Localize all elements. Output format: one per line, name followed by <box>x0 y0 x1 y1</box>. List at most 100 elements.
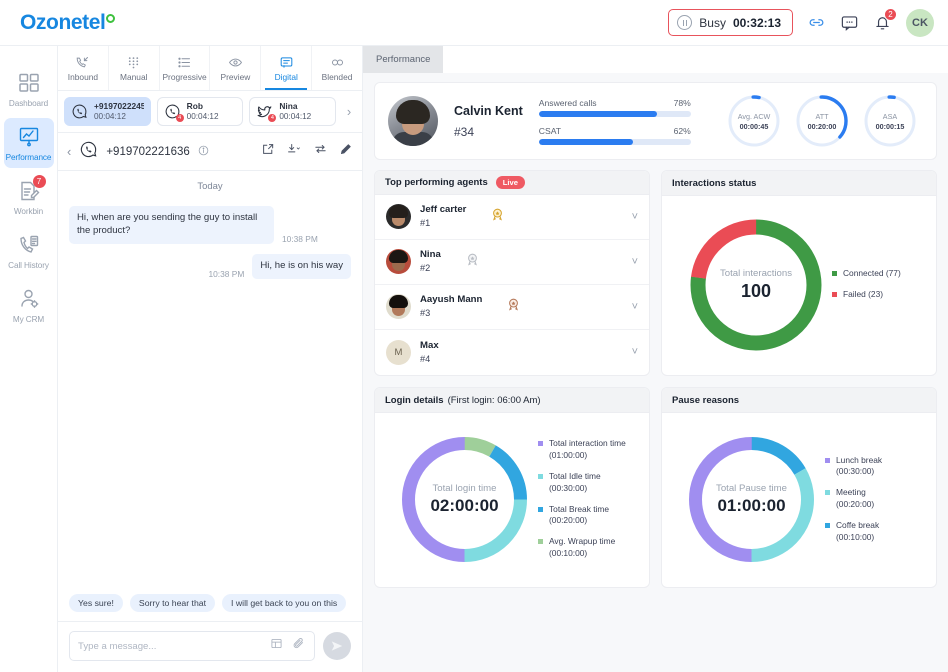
chip-badge: 4 <box>176 114 184 122</box>
whatsapp-icon <box>79 140 98 164</box>
agent-rank: #2 <box>420 262 441 274</box>
kpi-avg-acw: Avg. ACW 00:00:45 <box>727 94 781 148</box>
kpi-label: Avg. ACW <box>738 112 771 121</box>
table-row[interactable]: Jeff carter #1 ˅ <box>375 195 649 240</box>
tab-label: Manual <box>120 72 147 82</box>
legend-label: Meeting <box>836 487 866 497</box>
tab-digital[interactable]: Digital <box>261 46 312 90</box>
chevron-down-icon[interactable]: ˅ <box>632 256 638 268</box>
sidebar-item-dashboard[interactable]: Dashboard <box>4 64 54 114</box>
chat-bubble-icon <box>279 55 294 70</box>
sidebar-item-label: Performance <box>6 153 52 162</box>
legend-item: Total Break time (00:20:00) <box>538 504 626 528</box>
brand-logo[interactable]: Ozonetel <box>14 11 115 35</box>
legend-swatch <box>825 490 830 495</box>
legend-label: Total interaction time <box>549 438 626 448</box>
tab-preview[interactable]: Preview <box>210 46 261 90</box>
progress-track <box>539 139 691 145</box>
whatsapp-icon: 4 <box>164 103 181 120</box>
quick-reply-button[interactable]: Sorry to hear that <box>130 594 215 612</box>
legend-value: (00:20:00) <box>836 499 874 509</box>
conversation-number: +919702221636 <box>106 146 189 158</box>
legend-value: (00:30:00) <box>836 466 874 476</box>
conversation-tools <box>261 142 353 161</box>
chevron-down-icon[interactable]: ˅ <box>632 211 638 223</box>
agent-name: Aayush Mann <box>420 294 482 307</box>
tab-performance[interactable]: Performance <box>363 46 443 73</box>
dialpad-icon <box>126 55 141 70</box>
sidebar-item-call-history[interactable]: Call History <box>4 226 54 276</box>
sidebar-item-my-crm[interactable]: My CRM <box>4 280 54 330</box>
panel-header: Login details (First login: 06:00 Am) <box>375 388 649 413</box>
info-icon[interactable] <box>198 143 209 161</box>
link-icon[interactable] <box>807 13 826 32</box>
chevron-down-icon[interactable]: ˅ <box>632 301 638 313</box>
legend-label: Total Idle time <box>549 471 601 481</box>
channel-tabs: Inbound Manual Progres <box>58 46 362 91</box>
composer-box[interactable] <box>69 631 315 661</box>
panel-title: Interactions status <box>672 178 756 189</box>
status-badge[interactable]: Busy 00:32:13 <box>668 9 793 36</box>
chips-next-button[interactable]: › <box>342 104 356 119</box>
status-label: Busy <box>699 16 726 30</box>
sidebar: Dashboard Performance 7 <box>0 46 58 672</box>
sidebar-item-workbin[interactable]: 7 Workbin <box>4 172 54 222</box>
attachment-icon[interactable] <box>292 637 306 656</box>
tab-label: Blended <box>322 72 353 82</box>
dashboard-row-1: Top performing agents Live Jeff carter #… <box>374 170 937 376</box>
table-row[interactable]: Aayush Mann #3 ˅ <box>375 285 649 330</box>
message-bubble: Hi, he is on his way <box>252 254 351 279</box>
avatar[interactable]: CK <box>906 9 934 37</box>
agent-metrics: Answered calls 78% CSAT 62% <box>539 98 691 145</box>
tab-blended[interactable]: Blended <box>312 46 362 90</box>
edit-icon[interactable] <box>339 142 353 161</box>
tab-inbound[interactable]: Inbound <box>58 46 109 90</box>
quick-reply-button[interactable]: Yes sure! <box>69 594 123 612</box>
message-thread: Today Hi, when are you sending the guy t… <box>58 171 362 586</box>
conversation-chip[interactable]: 4 Rob 00:04:12 <box>157 97 244 126</box>
chat-icon[interactable] <box>840 13 859 32</box>
sidebar-item-label: My CRM <box>13 315 44 324</box>
agent-name: Calvin Kent <box>454 104 523 118</box>
chevron-down-icon[interactable]: ˅ <box>632 346 638 358</box>
sidebar-item-label: Dashboard <box>9 99 48 108</box>
transfer-icon[interactable] <box>313 142 328 161</box>
table-row[interactable]: M Max #4 ˅ <box>375 330 649 375</box>
external-link-icon[interactable] <box>261 142 275 161</box>
table-row[interactable]: Nina #2 ˅ <box>375 240 649 285</box>
infinity-icon <box>330 55 345 70</box>
progress-fill <box>539 111 658 117</box>
send-icon[interactable] <box>323 632 351 660</box>
quick-reply-button[interactable]: I will get back to you on this <box>222 594 346 612</box>
bell-icon[interactable]: 2 <box>873 13 892 32</box>
legend-value: (00:10:00) <box>836 532 874 542</box>
conversation-chip[interactable]: 4 Nina 00:04:12 <box>249 97 336 126</box>
donut-value: 02:00:00 <box>430 496 498 516</box>
metric-value: 78% <box>674 98 691 108</box>
legend-item: Failed (23) <box>832 289 901 301</box>
agent-rank: #4 <box>420 353 439 365</box>
sidebar-item-performance[interactable]: Performance <box>4 118 54 168</box>
silver-medal-icon <box>464 251 481 273</box>
avatar: M <box>386 340 411 365</box>
back-button[interactable]: ‹ <box>67 144 71 159</box>
chip-time: 00:04:12 <box>94 112 144 122</box>
tab-progressive[interactable]: Progressive <box>160 46 211 90</box>
message-time: 10:38 PM <box>282 234 318 244</box>
legend-label: Failed (23) <box>843 289 883 301</box>
whatsapp-icon <box>71 103 88 120</box>
top-agents-panel: Top performing agents Live Jeff carter #… <box>374 170 650 376</box>
download-icon[interactable] <box>286 142 302 161</box>
tab-manual[interactable]: Manual <box>109 46 160 90</box>
donut-label: Total login time <box>433 483 497 494</box>
brand-dot-icon <box>106 14 115 23</box>
message-row: 10:38 PM Hi, he is on his way <box>69 254 351 279</box>
template-icon[interactable] <box>270 637 283 655</box>
avatar <box>386 204 411 229</box>
quick-replies: Yes sure! Sorry to hear that I will get … <box>58 586 362 621</box>
top-bar-actions: Busy 00:32:13 2 <box>668 9 934 37</box>
legend-swatch <box>538 474 543 479</box>
conversation-chip[interactable]: +919702224580 00:04:12 <box>64 97 151 126</box>
conversation-header: ‹ +919702221636 <box>58 133 362 171</box>
message-input[interactable] <box>78 641 261 652</box>
